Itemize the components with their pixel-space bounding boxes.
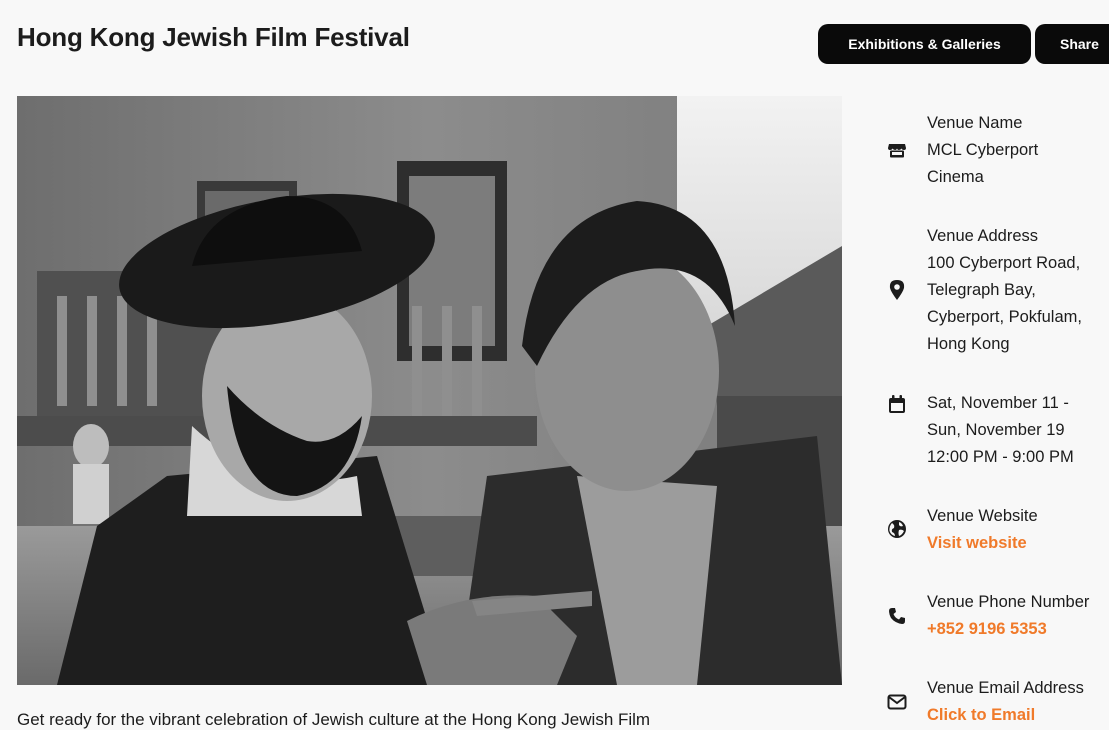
event-time: 12:00 PM - 9:00 PM xyxy=(927,448,1074,466)
store-icon xyxy=(886,139,908,161)
visit-website-link[interactable]: Visit website xyxy=(927,530,1109,557)
event-dates-section: Sat, November 11 - Sun, November 19 12:0… xyxy=(886,390,1109,472)
event-date-line1: Sat, November 11 - xyxy=(927,394,1069,412)
envelope-icon xyxy=(886,691,908,713)
venue-phone-label: Venue Phone Number xyxy=(927,593,1090,611)
venue-name-line1: MCL Cyberport xyxy=(927,141,1039,159)
venue-phone-section: Venue Phone Number +852 9196 5353 xyxy=(886,589,1109,645)
event-date-line2: Sun, November 19 xyxy=(927,421,1065,439)
venue-address-line2: Telegraph Bay, xyxy=(927,281,1036,299)
venue-name-line2: Cinema xyxy=(927,168,984,186)
page-title: Hong Kong Jewish Film Festival xyxy=(17,22,410,52)
share-button[interactable]: Share xyxy=(1035,24,1109,64)
venue-phone-link[interactable]: +852 9196 5353 xyxy=(927,616,1109,643)
map-pin-icon xyxy=(886,279,908,301)
exhibitions-galleries-button[interactable]: Exhibitions & Galleries xyxy=(818,24,1031,64)
venue-website-label: Venue Website xyxy=(927,507,1038,525)
venue-address-line4: Hong Kong xyxy=(927,335,1010,353)
venue-website-section: Venue Website Visit website xyxy=(886,503,1109,559)
intro-paragraph: Get ready for the vibrant celebration of… xyxy=(17,710,651,729)
venue-address-line1: 100 Cyberport Road, xyxy=(927,254,1081,272)
venue-address-line3: Cyberport, Pokfulam, xyxy=(927,308,1082,326)
globe-icon xyxy=(886,518,908,540)
venue-address-label: Venue Address xyxy=(927,227,1039,245)
phone-icon xyxy=(886,605,908,627)
film-still-image xyxy=(17,96,842,685)
venue-email-section: Venue Email Address Click to Email xyxy=(886,675,1109,725)
venue-name-label: Venue Name xyxy=(927,114,1023,132)
calendar-icon xyxy=(886,393,908,415)
venue-address-section: Venue Address 100 Cyberport Road, Telegr… xyxy=(886,223,1109,358)
venue-email-label: Venue Email Address xyxy=(927,679,1084,697)
venue-name-section: Venue Name MCL Cyberport Cinema xyxy=(886,110,1109,192)
